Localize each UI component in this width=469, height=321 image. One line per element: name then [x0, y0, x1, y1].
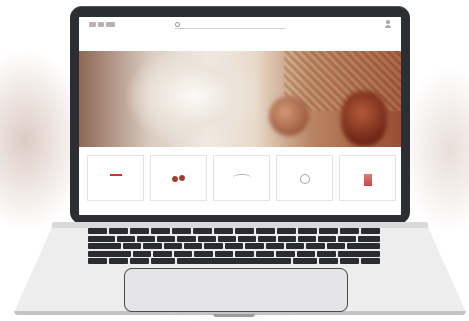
user-icon[interactable] [385, 20, 391, 29]
logo-icon[interactable] [89, 22, 115, 27]
product-card[interactable] [339, 155, 396, 201]
hero-hand-image [269, 96, 309, 136]
product-thumbnail [299, 174, 310, 184]
product-thumbnail [109, 174, 122, 176]
product-card[interactable] [150, 155, 207, 201]
product-thumbnail [363, 174, 372, 186]
product-card[interactable] [87, 155, 144, 201]
product-cards [87, 155, 397, 210]
search-bar[interactable] [175, 21, 285, 29]
laptop-notch [213, 314, 255, 317]
product-card[interactable] [276, 155, 333, 201]
keyboard [88, 228, 381, 268]
product-card[interactable] [213, 155, 270, 201]
product-thumbnail [232, 174, 251, 185]
laptop-screen [79, 17, 401, 215]
hero-hand-image [341, 91, 387, 146]
hero-wool-image [119, 51, 269, 147]
search-icon [175, 22, 180, 27]
hero-banner[interactable] [79, 51, 401, 147]
product-thumbnail [171, 174, 186, 183]
touchpad[interactable] [124, 268, 348, 312]
site-header [79, 17, 401, 33]
